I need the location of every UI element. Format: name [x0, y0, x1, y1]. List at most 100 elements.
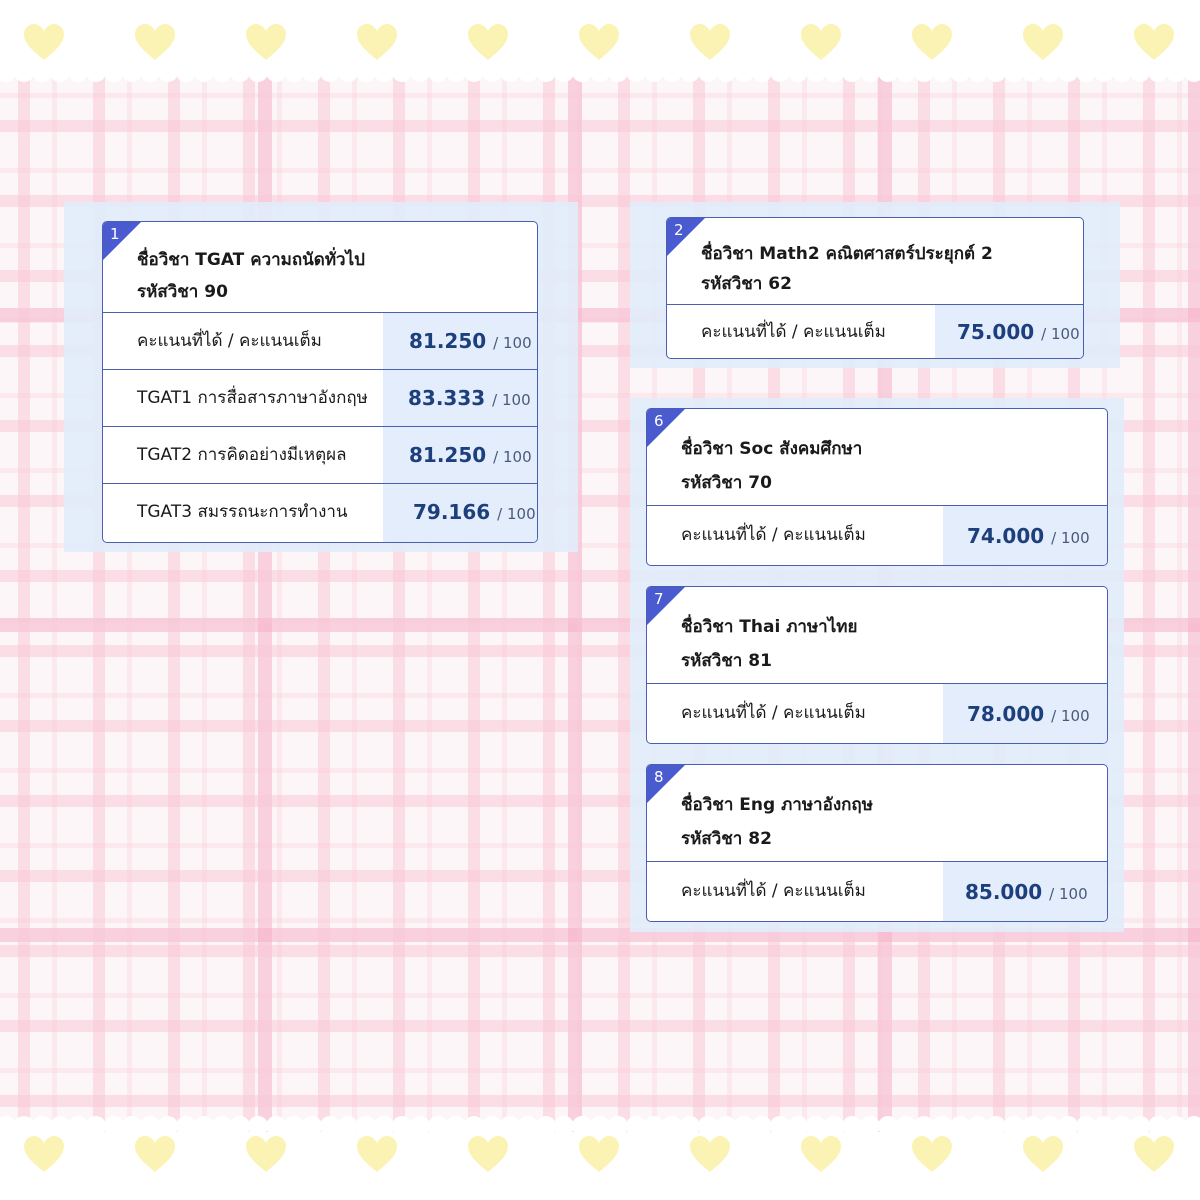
- scallop-bump: [968, 62, 988, 82]
- scallop-bump: [770, 62, 790, 82]
- subject-name: ชื่อวิชา Math2 คณิตศาสตร์ประยุกต์ 2: [701, 244, 993, 264]
- card-number-badge: [647, 765, 685, 803]
- scallop-bump: [752, 1116, 772, 1136]
- scallop-bump: [590, 62, 610, 82]
- subject-name: ชื่อวิชา Soc สังคมศึกษา: [681, 439, 863, 459]
- scallop-bump: [842, 1116, 862, 1136]
- scallop-bump: [446, 62, 466, 82]
- scallop-bump: [554, 62, 574, 82]
- scallop-bump: [86, 62, 106, 82]
- score-box: 74.000 / 100: [943, 506, 1107, 565]
- scallop-bump: [1184, 62, 1200, 82]
- scallop-bump: [86, 1116, 106, 1136]
- scallop-bump: [374, 62, 394, 82]
- scallop-bump: [896, 1116, 916, 1136]
- scallop-bump: [32, 62, 52, 82]
- scallop-bump: [464, 62, 484, 82]
- scallop-bump: [356, 62, 376, 82]
- heart-icon: [133, 22, 177, 62]
- score-row: คะแนนที่ได้ / คะแนนเต็ม 74.000 / 100: [647, 505, 1107, 565]
- score-row-label: คะแนนที่ได้ / คะแนนเต็ม: [681, 525, 866, 545]
- scallop-bump: [626, 62, 646, 82]
- heart-icon: [1132, 1134, 1176, 1174]
- scallop-bump: [716, 62, 736, 82]
- heart-icon: [22, 1134, 66, 1174]
- scallop-bump: [1166, 62, 1186, 82]
- scallop-bump: [824, 1116, 844, 1136]
- score-box: 78.000 / 100: [943, 684, 1107, 743]
- score-row-label: TGAT2 การคิดอย่างมีเหตุผล: [137, 445, 347, 465]
- score-row-label: คะแนนที่ได้ / คะแนนเต็ม: [681, 881, 866, 901]
- scallop-bump: [104, 62, 124, 82]
- heart-icon: [577, 22, 621, 62]
- scallop-bump: [536, 1116, 556, 1136]
- scallop-bump: [644, 1116, 664, 1136]
- scallop-bump: [1076, 1116, 1096, 1136]
- scallop-bump: [680, 1116, 700, 1136]
- score-box: 79.166 / 100: [383, 484, 537, 542]
- scallop-bump: [140, 1116, 160, 1136]
- heart-icon: [355, 22, 399, 62]
- subject-card-tgat: 1 ชื่อวิชา TGAT ความถนัดทั่วไป รหัสวิชา …: [102, 221, 538, 543]
- heart-icon: [910, 22, 954, 62]
- heart-icon: [799, 1134, 843, 1174]
- scallop-bump: [1022, 1116, 1042, 1136]
- subject-card-soc: 6 ชื่อวิชา Soc สังคมศึกษา รหัสวิชา 70 คะ…: [646, 408, 1108, 566]
- scallop-bump: [446, 1116, 466, 1136]
- scallop-bump: [914, 1116, 934, 1136]
- scallop-bump: [788, 1116, 808, 1136]
- scallop-bump: [950, 62, 970, 82]
- score-row: TGAT1 การสื่อสารภาษาอังกฤษ 83.333 / 100: [103, 369, 537, 427]
- scallop-bump: [824, 62, 844, 82]
- scallop-bump: [752, 62, 772, 82]
- scallop-bump: [158, 62, 178, 82]
- scallop-bump: [932, 62, 952, 82]
- scallop-bump: [410, 1116, 430, 1136]
- score-value: 85.000 / 100: [965, 880, 1088, 904]
- scallop-bump: [50, 1116, 70, 1136]
- scallop-bump: [410, 62, 430, 82]
- scallop-bump: [428, 1116, 448, 1136]
- subject-name: ชื่อวิชา Eng ภาษาอังกฤษ: [681, 795, 873, 815]
- score-value: 81.250 / 100: [409, 329, 532, 353]
- scallop-bump: [482, 62, 502, 82]
- card-number-badge: [647, 409, 685, 447]
- scallop-bump: [212, 62, 232, 82]
- scallop-bump: [734, 1116, 754, 1136]
- scallop-bump: [14, 1116, 34, 1136]
- scallop-bump: [1148, 62, 1168, 82]
- scallop-bump: [284, 1116, 304, 1136]
- scallop-bump: [716, 1116, 736, 1136]
- scallop-bump: [572, 1116, 592, 1136]
- scallop-bump: [1130, 1116, 1150, 1136]
- score-value: 78.000 / 100: [967, 702, 1090, 726]
- scallop-bump: [1112, 1116, 1132, 1136]
- scallop-bump: [176, 62, 196, 82]
- subject-code: รหัสวิชา 70: [681, 473, 772, 493]
- scallop-bump: [986, 62, 1006, 82]
- card-number: 8: [654, 768, 664, 786]
- scallop-bump: [662, 62, 682, 82]
- scallop-bump: [644, 62, 664, 82]
- score-row-label: คะแนนที่ได้ / คะแนนเต็ม: [701, 322, 886, 342]
- scallop-bump: [1112, 62, 1132, 82]
- scallop-bump: [14, 62, 34, 82]
- heart-icon: [577, 1134, 621, 1174]
- score-row-label: TGAT1 การสื่อสารภาษาอังกฤษ: [137, 388, 368, 408]
- scallop-bump: [968, 1116, 988, 1136]
- heart-icon: [133, 1134, 177, 1174]
- heart-icon: [22, 22, 66, 62]
- scallop-bump: [356, 1116, 376, 1136]
- subject-code: รหัสวิชา 90: [137, 282, 228, 302]
- scallop-bump: [392, 1116, 412, 1136]
- scallop-bump: [1022, 62, 1042, 82]
- score-row: คะแนนที่ได้ / คะแนนเต็ม 81.250 / 100: [103, 312, 537, 370]
- scallop-bump: [860, 1116, 880, 1136]
- score-row-label: คะแนนที่ได้ / คะแนนเต็ม: [681, 703, 866, 723]
- scallop-bump: [464, 1116, 484, 1136]
- scallop-bump: [1004, 62, 1024, 82]
- scallop-bump: [194, 62, 214, 82]
- score-box: 75.000 / 100: [935, 305, 1083, 358]
- scallop-bump: [482, 1116, 502, 1136]
- scallop-bump: [248, 1116, 268, 1136]
